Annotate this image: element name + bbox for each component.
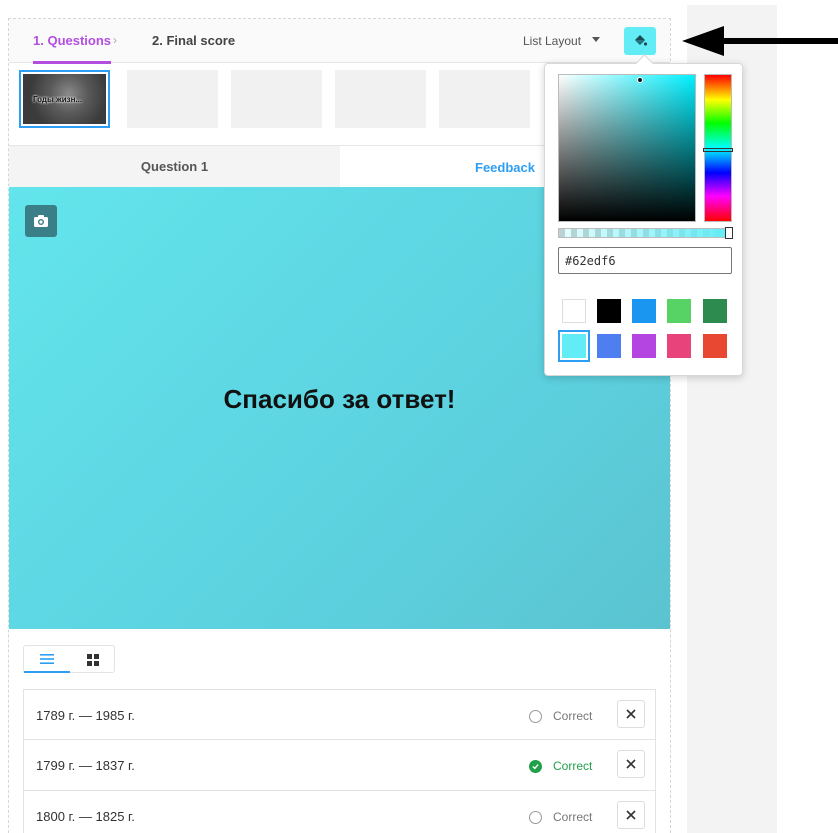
editor-topbar: 1. Questions › 2. Final score List Layou…	[9, 19, 670, 64]
correct-label[interactable]: Correct	[553, 759, 592, 773]
camera-icon	[34, 215, 48, 227]
alpha-slider[interactable]	[558, 227, 733, 239]
view-toggle	[23, 645, 115, 673]
swatch-pink[interactable]	[667, 334, 691, 358]
thumbnail-empty[interactable]	[335, 70, 426, 128]
swatch-white[interactable]	[562, 299, 586, 323]
saturation-value-field[interactable]	[558, 74, 696, 222]
answer-text[interactable]: 1800 г. — 1825 г.	[36, 809, 135, 824]
swatch-blue[interactable]	[632, 299, 656, 323]
color-picker-popover	[544, 63, 743, 376]
thumbnail-question-1[interactable]: Годы жизн...	[19, 70, 110, 128]
hex-color-input[interactable]	[558, 247, 732, 274]
correct-radio[interactable]	[529, 710, 542, 723]
breadcrumb-step-questions[interactable]: 1. Questions	[33, 33, 112, 64]
list-view-button[interactable]	[24, 646, 70, 673]
correct-label[interactable]: Correct	[553, 709, 592, 723]
feedback-message[interactable]: Спасибо за ответ!	[9, 384, 670, 415]
thumbnail-empty[interactable]	[231, 70, 322, 128]
swatch-royal-blue[interactable]	[597, 334, 621, 358]
answer-list: 1789 г. — 1985 г. Correct 1799 г. — 1837…	[23, 689, 656, 833]
layout-dropdown[interactable]: List Layout	[523, 34, 581, 48]
delete-answer-button[interactable]	[617, 750, 645, 778]
alpha-handle[interactable]	[725, 227, 733, 239]
correct-radio[interactable]	[529, 811, 542, 824]
check-icon	[532, 764, 539, 770]
breadcrumb-separator: ›	[113, 33, 117, 47]
correct-radio-checked[interactable]	[529, 760, 542, 773]
swatch-dark-green[interactable]	[703, 299, 727, 323]
hue-handle[interactable]	[703, 148, 733, 152]
answer-text[interactable]: 1789 г. — 1985 г.	[36, 708, 135, 723]
background-color-button[interactable]	[624, 27, 656, 55]
list-icon	[40, 653, 54, 664]
swatch-purple[interactable]	[632, 334, 656, 358]
grid-icon	[87, 653, 99, 666]
thumbnail-empty[interactable]	[127, 70, 218, 128]
close-icon	[626, 810, 636, 820]
swatch-cyan[interactable]	[558, 330, 590, 362]
add-image-button[interactable]	[25, 205, 57, 237]
answer-row: 1799 г. — 1837 г. Correct	[23, 740, 656, 791]
pointer-arrow-icon	[682, 26, 838, 56]
delete-answer-button[interactable]	[617, 700, 645, 728]
correct-label[interactable]: Correct	[553, 810, 592, 824]
breadcrumb-step-final-score[interactable]: 2. Final score	[152, 33, 235, 48]
grid-view-button[interactable]	[70, 646, 116, 673]
answer-row: 1789 г. — 1985 г. Correct	[23, 689, 656, 740]
swatch-red[interactable]	[703, 334, 727, 358]
answer-row: 1800 г. — 1825 г. Correct	[23, 791, 656, 833]
thumbnail-empty[interactable]	[439, 70, 530, 128]
portrait-image: Годы жизн...	[23, 74, 106, 124]
swatch-green[interactable]	[667, 299, 691, 323]
close-icon	[626, 709, 636, 719]
answer-text[interactable]: 1799 г. — 1837 г.	[36, 758, 135, 773]
swatch-black[interactable]	[597, 299, 621, 323]
hue-slider[interactable]	[703, 74, 733, 222]
tab-question-1[interactable]: Question 1	[9, 146, 340, 188]
close-icon	[626, 759, 636, 769]
thumbnail-caption: Годы жизн...	[33, 95, 83, 104]
delete-answer-button[interactable]	[617, 801, 645, 829]
chevron-down-icon[interactable]	[592, 37, 600, 42]
paint-bucket-icon	[635, 35, 648, 46]
sv-cursor[interactable]	[637, 77, 643, 83]
